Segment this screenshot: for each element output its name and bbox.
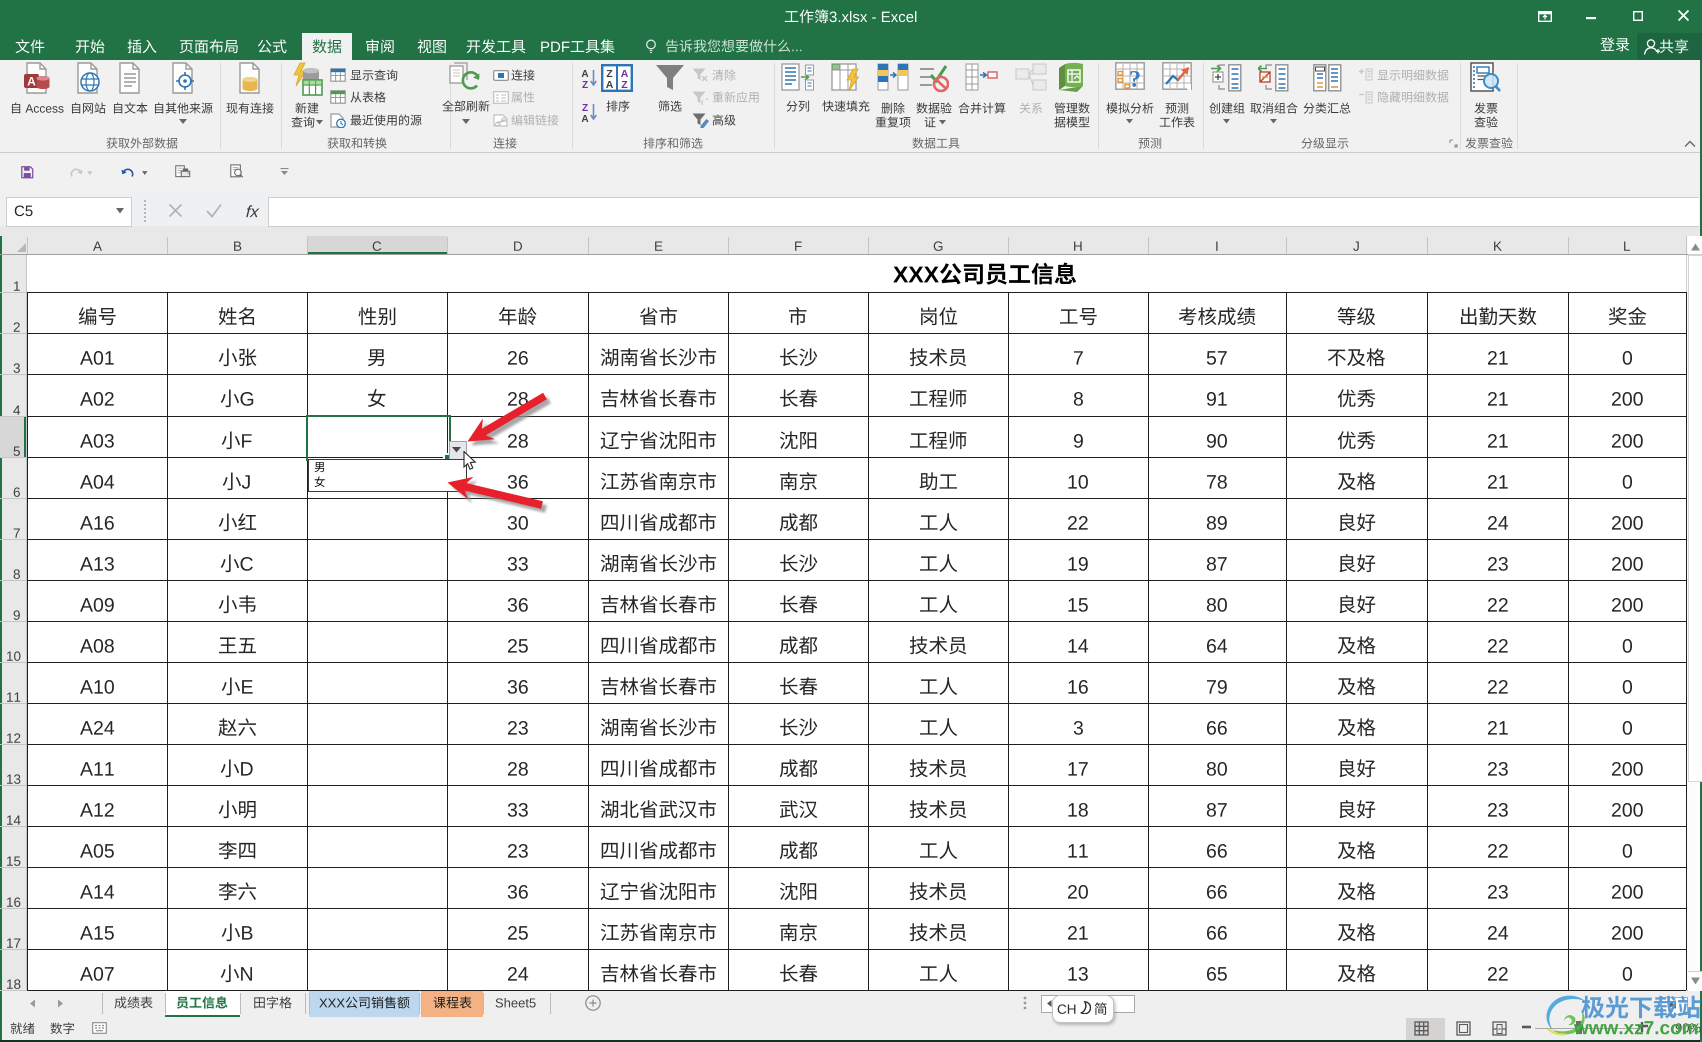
svg-text:A: A bbox=[606, 79, 614, 91]
svg-text:Z: Z bbox=[621, 79, 628, 91]
svg-text:Z: Z bbox=[582, 80, 588, 90]
svg-text:A: A bbox=[581, 69, 588, 80]
svg-text:A: A bbox=[27, 75, 36, 89]
svg-text:Z: Z bbox=[582, 103, 588, 114]
svg-text:?: ? bbox=[1129, 67, 1141, 92]
svg-text:A: A bbox=[581, 114, 588, 124]
